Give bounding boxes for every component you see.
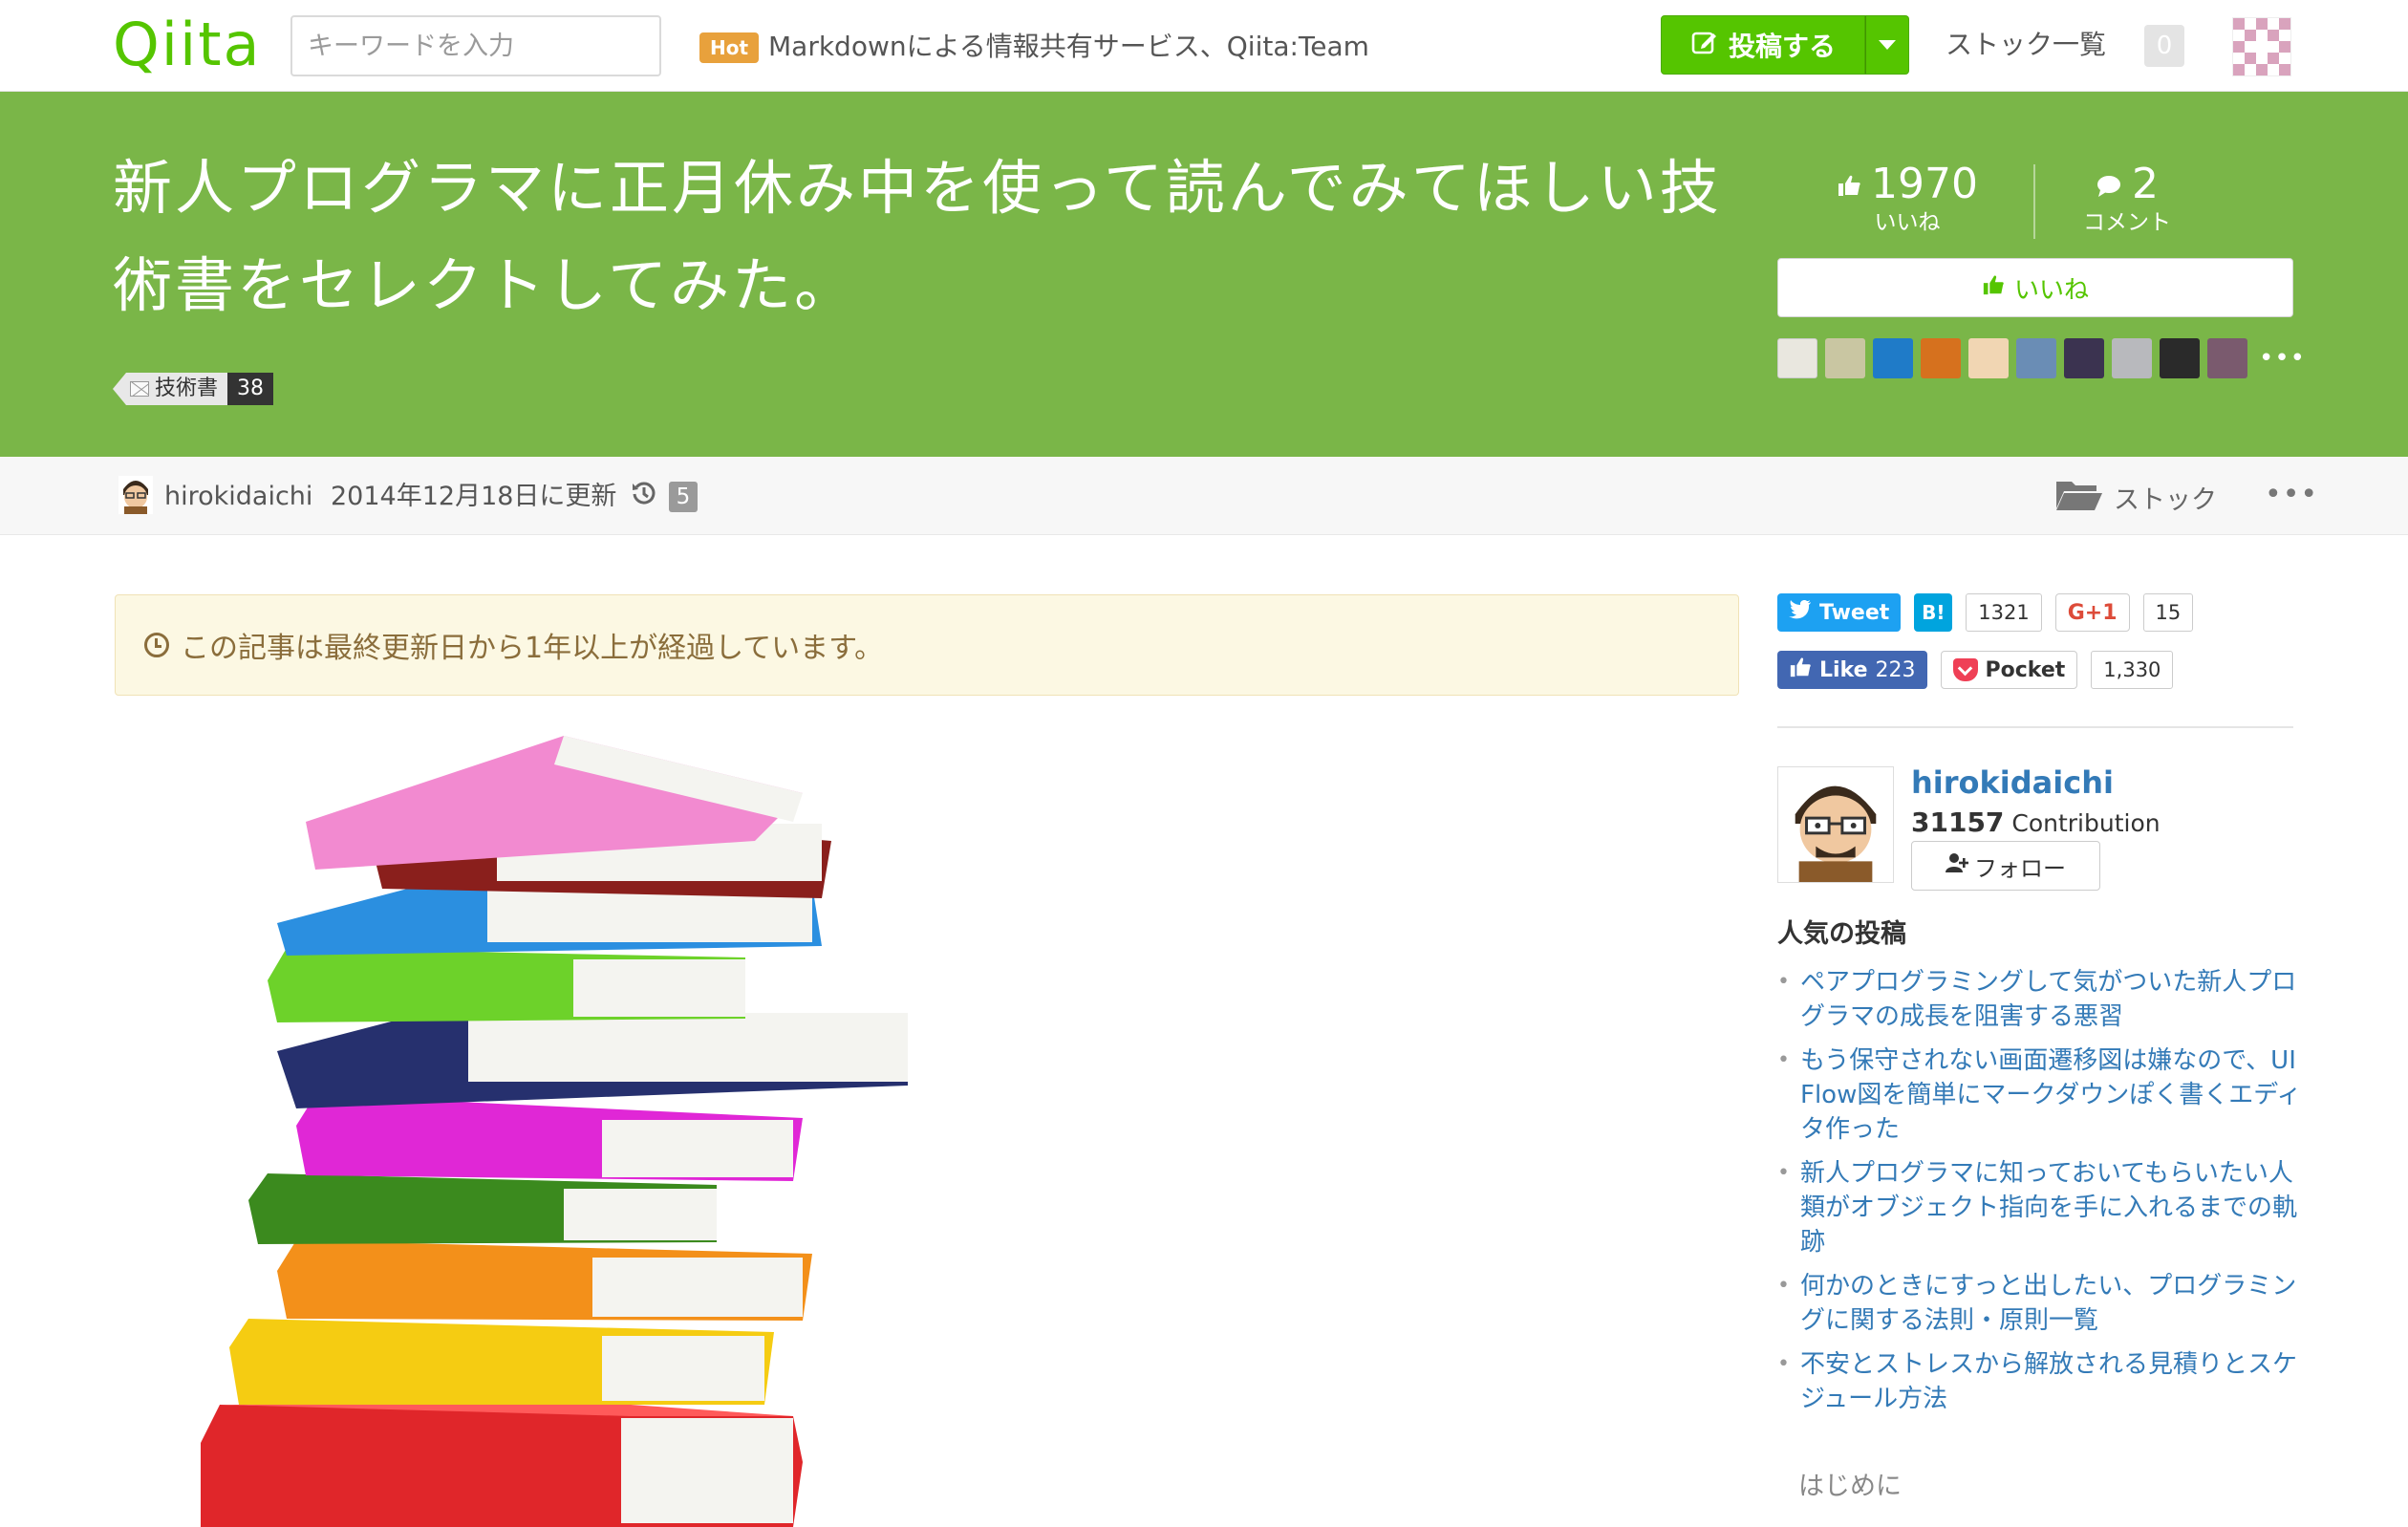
google-plus-count: 15 [2142, 593, 2194, 632]
likes-count: 1970 [1871, 160, 1978, 208]
thumbs-up-icon [1982, 273, 2005, 303]
comments-count: 2 [2132, 160, 2159, 208]
tag-link[interactable]: 技術書 38 [113, 373, 274, 405]
pocket-count: 1,330 [2091, 651, 2174, 689]
history-icon[interactable] [631, 480, 657, 515]
facebook-like-button[interactable]: Like 223 [1777, 651, 1927, 689]
revision-count[interactable]: 5 [669, 482, 698, 512]
thumbs-up-icon [1789, 656, 1812, 684]
like-button[interactable]: いいね [1777, 258, 2293, 317]
popular-posts-list: ペアプログラミングして気がついた新人プログラマの成長を阻害する悪習 もう保守され… [1777, 965, 2312, 1426]
add-user-icon [1946, 852, 1968, 879]
top-navbar: Qiita Hot Markdownによる情報共有サービス、Qiita:Team… [0, 0, 2408, 92]
tweet-label: Tweet [1819, 600, 1890, 625]
contribution-stat: 31157 Contribution [1911, 805, 2161, 842]
books-stack-image [201, 736, 908, 1527]
popular-posts-heading: 人気の投稿 [1777, 919, 1906, 949]
likes-label: いいね [1874, 210, 1941, 235]
thumbs-up-icon [1837, 161, 1861, 208]
facebook-like-label: Like [1819, 657, 1868, 682]
liker-avatar[interactable] [2064, 338, 2104, 378]
post-dropdown-toggle[interactable] [1865, 15, 1909, 75]
like-button-label: いいね [2013, 275, 2089, 305]
pocket-label: Pocket [1985, 657, 2066, 682]
article-meta-bar: hirokidaichi 2014年12月18日に更新 5 ストック ••• [0, 457, 2408, 535]
article-header: 新人プログラマに正月休み中を使って読んでみてほしい技術書をセレクトしてみた。 技… [0, 92, 2408, 457]
facebook-like-count: 223 [1875, 657, 1916, 682]
liker-avatar[interactable] [1921, 338, 1961, 378]
search-input[interactable] [290, 15, 661, 76]
google-plus-button[interactable]: G+1 [2054, 593, 2130, 632]
qiita-logo[interactable]: Qiita [113, 11, 262, 78]
more-likers[interactable]: ••• [2259, 344, 2306, 373]
liker-avatar[interactable] [2112, 338, 2152, 378]
comments-stat[interactable]: 2 コメント [2035, 160, 2219, 236]
follow-button-label: フォロー [1974, 854, 2066, 882]
liker-avatar[interactable] [2160, 338, 2200, 378]
author-name-link[interactable]: hirokidaichi [164, 480, 312, 514]
popular-post-link[interactable]: 新人プログラマに知っておいてもらいたい人類がオブジェクト指向を手に入れるまでの軌… [1777, 1156, 2312, 1259]
contribution-count: 31157 [1911, 807, 2005, 838]
outdated-notice: この記事は最終更新日から1年以上が経過しています。 [115, 594, 1739, 696]
hot-announcement-link[interactable]: Markdownによる情報共有サービス、Qiita:Team [768, 29, 1369, 65]
tag-name: 技術書 [155, 376, 219, 400]
liker-avatar[interactable] [1873, 338, 1913, 378]
twitter-icon [1789, 599, 1812, 625]
hatena-count[interactable]: 1321 [1966, 593, 2042, 632]
popular-post-link[interactable]: 不安とストレスから解放される見積りとスケジュール方法 [1777, 1347, 2312, 1416]
edit-icon [1690, 28, 1719, 63]
post-button-label: 投稿する [1728, 31, 1836, 62]
chevron-down-icon [1879, 40, 1896, 50]
notice-text: この記事は最終更新日から1年以上が経過しています。 [181, 632, 884, 665]
liker-avatar[interactable] [2207, 338, 2247, 378]
stock-button-label: ストック [2114, 484, 2217, 515]
pocket-icon [1952, 658, 1978, 681]
profile-avatar[interactable] [1777, 766, 1894, 883]
hatena-bookmark-button[interactable]: B! [1914, 593, 1953, 632]
tag-image-icon [130, 381, 149, 397]
comment-icon [2096, 161, 2122, 208]
comments-label: コメント [2083, 210, 2171, 235]
stock-button[interactable]: ストック [2054, 478, 2217, 516]
updated-date: 2014年12月18日に更新 [331, 482, 617, 511]
pocket-button[interactable]: Pocket [1940, 651, 2078, 689]
user-avatar[interactable] [2232, 17, 2291, 76]
toc-item-introduction[interactable]: はじめに [1798, 1470, 1902, 1504]
tweet-button[interactable]: Tweet [1777, 593, 1902, 632]
popular-post-link[interactable]: ペアプログラミングして気がついた新人プログラマの成長を阻害する悪習 [1777, 965, 2312, 1034]
profile-name-link[interactable]: hirokidaichi [1911, 763, 2114, 803]
likers-list: ••• [1777, 338, 2306, 378]
article-title: 新人プログラマに正月休み中を使って読んでみてほしい技術書をセレクトしてみた。 [113, 153, 1722, 320]
notification-count[interactable]: 0 [2144, 25, 2184, 67]
more-options-button[interactable]: ••• [2265, 478, 2318, 512]
tag-count: 38 [227, 373, 274, 405]
liker-avatar[interactable] [1777, 338, 1817, 378]
follow-button[interactable]: フォロー [1911, 841, 2100, 891]
contribution-label: Contribution [2011, 809, 2161, 837]
popular-post-link[interactable]: 何かのときにすっと出したい、プログラミングに関する法則・原則一覧 [1777, 1269, 2312, 1338]
liker-avatar[interactable] [2016, 338, 2056, 378]
liker-avatar[interactable] [1825, 338, 1865, 378]
hot-badge: Hot [699, 32, 760, 63]
social-share-buttons: Tweet B! 1321 G+1 15 Like 223 Pocket 1,3… [1777, 592, 2312, 707]
post-button[interactable]: 投稿する [1661, 15, 1865, 75]
author-avatar[interactable] [118, 476, 153, 514]
likes-stat[interactable]: 1970 いいね [1816, 161, 1999, 235]
popular-post-link[interactable]: もう保守されない画面遷移図は嫌なので、UI Flow図を簡単にマークダウンぽく書… [1777, 1043, 2312, 1147]
sidebar-divider [1777, 726, 2293, 728]
folder-icon [2054, 476, 2104, 519]
clock-icon [144, 633, 169, 657]
liker-avatar[interactable] [1968, 338, 2009, 378]
stock-list-link[interactable]: ストック一覧 [1946, 27, 2106, 63]
